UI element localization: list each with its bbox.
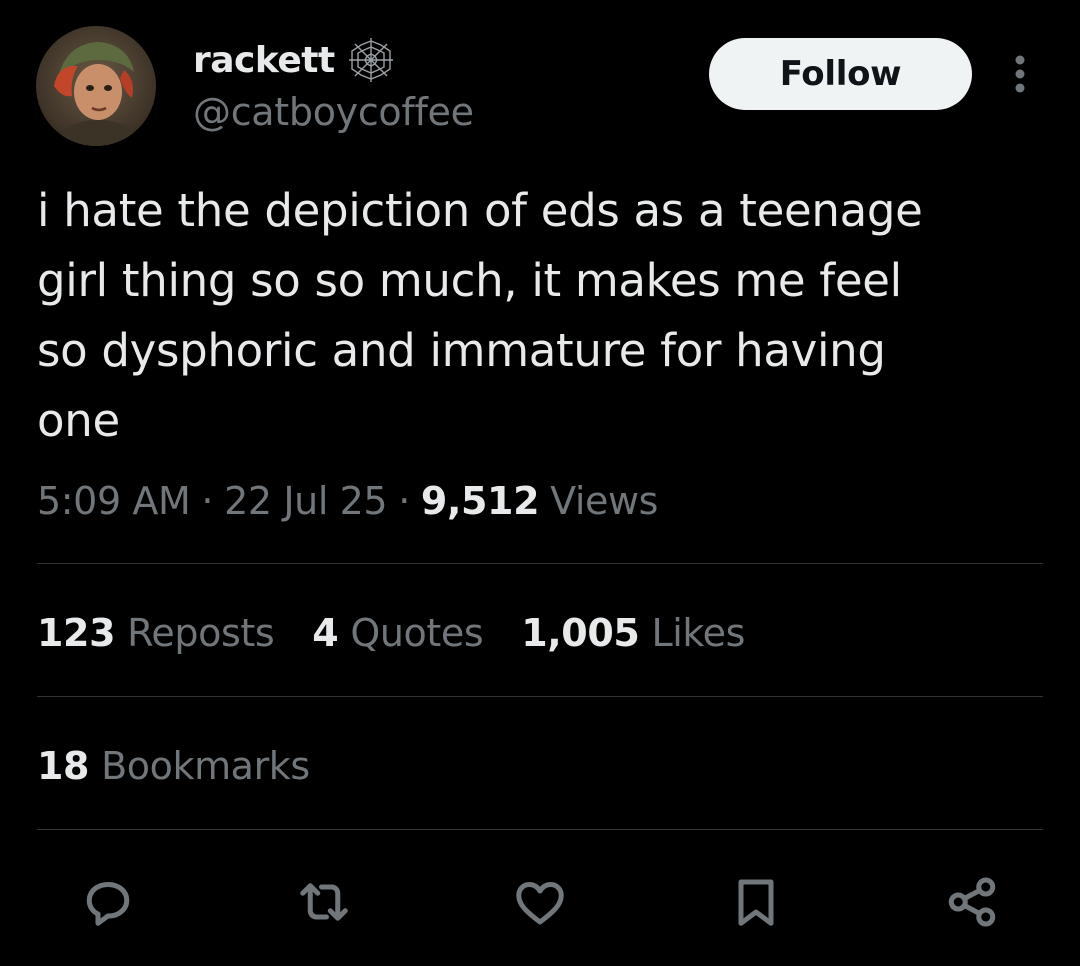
share-icon [948,877,996,927]
divider [37,563,1043,564]
author-display-name[interactable]: rackett [193,40,335,81]
meta-separator: · [398,479,410,523]
tweet-date[interactable]: 22 Jul 25 [224,479,388,523]
share-button[interactable] [940,870,1004,934]
repost-button[interactable] [292,870,356,934]
spider-web-icon [348,38,393,82]
tweet-time[interactable]: 5:09 AM [37,479,191,523]
bookmarks-stat[interactable]: 18 Bookmarks [37,744,310,788]
reposts-count: 123 [37,611,116,655]
bookmark-button[interactable] [724,870,788,934]
quotes-label: Quotes [350,611,484,655]
engagement-stats: 123 Reposts 4 Quotes 1,005 Likes [37,606,783,660]
reply-button[interactable] [76,870,140,934]
bookmarks-count: 18 [37,744,90,788]
tweet-meta: 5:09 AM · 22 Jul 25 · 9,512 Views [37,474,658,528]
more-vertical-icon [1015,55,1025,93]
quotes-stat[interactable]: 4 Quotes [312,611,483,655]
divider [37,696,1043,697]
avatar-image [36,26,156,146]
reposts-stat[interactable]: 123 Reposts [37,611,275,655]
reposts-label: Reposts [127,611,275,655]
likes-count: 1,005 [521,611,640,655]
like-button[interactable] [508,870,572,934]
author-handle[interactable]: @catboycoffee [193,90,474,134]
more-options-button[interactable] [1000,52,1040,96]
likes-label: Likes [651,611,745,655]
views-count: 9,512 [420,479,540,523]
like-icon [516,882,564,925]
repost-icon [300,883,348,921]
bookmark-icon [738,879,774,926]
tweet-action-bar [0,862,1080,942]
meta-separator: · [201,479,214,523]
bookmarks-label: Bookmarks [101,744,310,788]
author-name-row[interactable]: rackett [193,34,397,86]
views-label: Views [550,479,659,523]
tweet-text: i hate the depiction of eds as a teenage… [37,184,923,447]
divider [37,829,1043,830]
follow-button[interactable]: Follow [709,38,972,110]
likes-stat[interactable]: 1,005 Likes [521,611,745,655]
bookmark-stats: 18 Bookmarks [37,739,348,793]
quotes-count: 4 [312,611,339,655]
tweet-detail: rackett @catboycoffee Follow i hate the … [0,0,1080,966]
reply-icon [86,882,130,926]
avatar[interactable] [36,26,156,146]
